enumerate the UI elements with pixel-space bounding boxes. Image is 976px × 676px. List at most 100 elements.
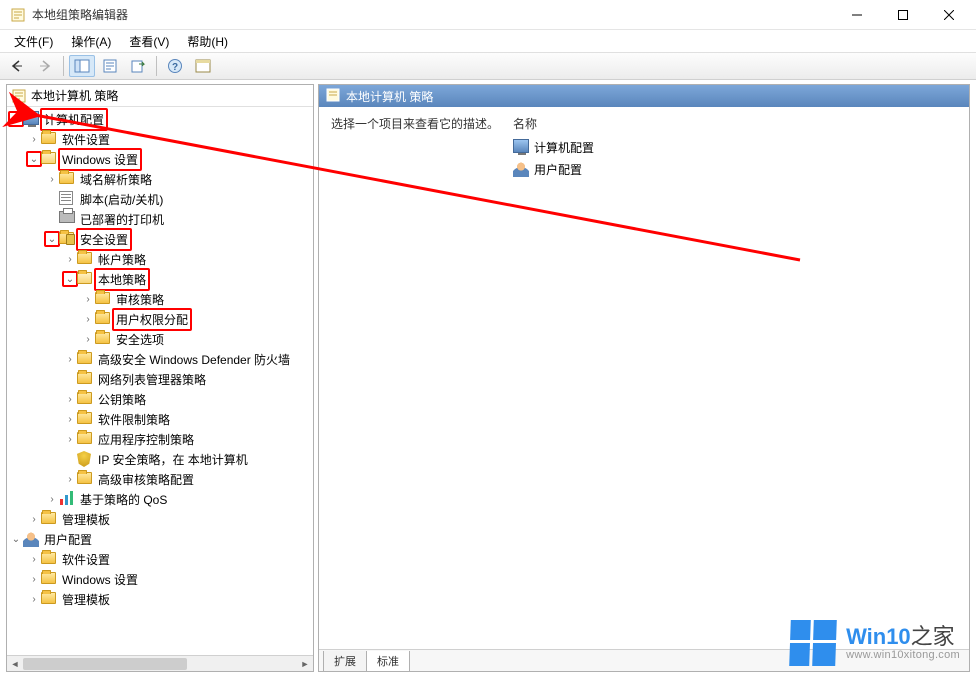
minimize-button[interactable] (834, 0, 880, 30)
expand-audit-policy[interactable]: › (81, 292, 95, 306)
filter-button[interactable] (190, 55, 216, 77)
expand-app-control[interactable]: › (63, 432, 77, 446)
tree-security-settings[interactable]: 安全设置 (76, 228, 132, 251)
expand-computer-config[interactable]: ⌄ (9, 112, 23, 126)
tree-deployed-printers[interactable]: 已部署的打印机 (78, 210, 166, 229)
printer-icon (59, 211, 75, 227)
expand-public-key[interactable]: › (63, 392, 77, 406)
expand-windows-settings[interactable]: ⌄ (27, 152, 41, 166)
maximize-button[interactable] (880, 0, 926, 30)
folder-icon (77, 351, 93, 367)
folder-icon (95, 291, 111, 307)
tree-defender[interactable]: 高级安全 Windows Defender 防火墙 (96, 350, 292, 369)
tree-windows-settings[interactable]: Windows 设置 (58, 148, 142, 171)
watermark: Win10之家 www.win10xitong.com (790, 620, 960, 666)
content-pane: 本地计算机 策略 选择一个项目来查看它的描述。 名称 计算机配置 用户配置 扩展… (318, 84, 970, 672)
tree-audit-policy[interactable]: 审核策略 (114, 290, 166, 309)
window-title: 本地组策略编辑器 (32, 6, 834, 23)
content-body: 选择一个项目来查看它的描述。 名称 计算机配置 用户配置 (319, 107, 969, 649)
list-item[interactable]: 计算机配置 (513, 136, 957, 158)
tab-standard[interactable]: 标准 (366, 651, 410, 672)
tree-computer-config[interactable]: 计算机配置 (40, 108, 108, 131)
description-text: 选择一个项目来查看它的描述。 (331, 115, 513, 641)
tree-advanced-audit[interactable]: 高级审核策略配置 (96, 470, 196, 489)
expand-defender[interactable]: › (63, 352, 77, 366)
tree-dns-policy[interactable]: 域名解析策略 (78, 170, 154, 189)
policy-icon (11, 88, 27, 104)
menubar: 文件(F) 操作(A) 查看(V) 帮助(H) (0, 30, 976, 52)
tree-user-config[interactable]: 用户配置 (42, 530, 94, 549)
folder-icon (41, 511, 57, 527)
folder-icon (59, 171, 75, 187)
tree-public-key[interactable]: 公钥策略 (96, 390, 148, 409)
tree-network-list[interactable]: 网络列表管理器策略 (96, 370, 208, 389)
tree-ip-security[interactable]: IP 安全策略，在 本地计算机 (96, 450, 250, 469)
tree-software-restriction[interactable]: 软件限制策略 (96, 410, 172, 429)
tree-admin-templates[interactable]: 管理模板 (60, 510, 112, 529)
items-list: 名称 计算机配置 用户配置 (513, 115, 957, 641)
expand-software-restriction[interactable]: › (63, 412, 77, 426)
menu-action[interactable]: 操作(A) (63, 31, 119, 52)
export-button[interactable] (125, 55, 151, 77)
tree-local-policies[interactable]: 本地策略 (94, 268, 150, 291)
expand-admin-templates[interactable]: › (27, 512, 41, 526)
list-item-label: 计算机配置 (534, 139, 594, 156)
expand-u-admin[interactable]: › (27, 592, 41, 606)
expand-security-options[interactable]: › (81, 332, 95, 346)
expand-user-config[interactable]: ⌄ (9, 532, 23, 546)
forward-button[interactable] (32, 55, 58, 77)
folder-icon (95, 311, 111, 327)
folder-icon (95, 331, 111, 347)
computer-icon (513, 139, 529, 155)
tree-app-control[interactable]: 应用程序控制策略 (96, 430, 196, 449)
back-button[interactable] (4, 55, 30, 77)
expand-account-policies[interactable]: › (63, 252, 77, 266)
tree-user-rights[interactable]: 用户权限分配 (112, 308, 192, 331)
tree-security-options[interactable]: 安全选项 (114, 330, 166, 349)
close-button[interactable] (926, 0, 972, 30)
help-button[interactable]: ? (162, 55, 188, 77)
watermark-brand-prefix: Win10 (846, 624, 911, 649)
toolbar: ? (0, 52, 976, 80)
folder-icon (77, 271, 93, 287)
tree-qos[interactable]: 基于策略的 QoS (78, 490, 169, 509)
content-title: 本地计算机 策略 (346, 88, 433, 105)
expand-u-windows[interactable]: › (27, 572, 41, 586)
main-area: 本地计算机 策略 ⌄ 计算机配置 › 软件设置 ⌄ Windows 设置 › (0, 80, 976, 676)
list-item[interactable]: 用户配置 (513, 158, 957, 180)
watermark-brand-suffix: 之家 (911, 624, 955, 649)
tree-software-settings[interactable]: 软件设置 (60, 130, 112, 149)
properties-button[interactable] (97, 55, 123, 77)
tree-header: 本地计算机 策略 (7, 85, 313, 107)
watermark-url: www.win10xitong.com (846, 649, 960, 661)
expand-qos[interactable]: › (45, 492, 59, 506)
expand-security-settings[interactable]: ⌄ (45, 232, 59, 246)
folder-icon (77, 251, 93, 267)
folder-icon (77, 471, 93, 487)
tree-scripts[interactable]: 脚本(启动/关机) (78, 190, 165, 209)
tree-account-policies[interactable]: 帐户策略 (96, 250, 148, 269)
tree-scrollbar[interactable]: ◄ ► (7, 655, 313, 671)
security-folder-icon (59, 231, 75, 247)
scroll-left-button[interactable]: ◄ (7, 656, 23, 671)
expand-local-policies[interactable]: ⌄ (63, 272, 77, 286)
expand-dns-policy[interactable]: › (45, 172, 59, 186)
folder-icon (41, 131, 57, 147)
show-tree-button[interactable] (69, 55, 95, 77)
tree-u-software[interactable]: 软件设置 (60, 550, 112, 569)
tab-extended[interactable]: 扩展 (323, 651, 367, 672)
tree-u-windows[interactable]: Windows 设置 (60, 570, 140, 589)
expand-u-software[interactable]: › (27, 552, 41, 566)
tree-view[interactable]: ⌄ 计算机配置 › 软件设置 ⌄ Windows 设置 › 域名解析策略 · (7, 107, 313, 655)
folder-icon (77, 371, 93, 387)
windows-logo-icon (789, 620, 837, 666)
menu-help[interactable]: 帮助(H) (179, 31, 236, 52)
scroll-thumb[interactable] (23, 658, 187, 670)
expand-advanced-audit[interactable]: › (63, 472, 77, 486)
tree-u-admin[interactable]: 管理模板 (60, 590, 112, 609)
menu-view[interactable]: 查看(V) (121, 31, 177, 52)
scroll-right-button[interactable]: ► (297, 656, 313, 671)
expand-user-rights[interactable]: › (81, 312, 95, 326)
expand-software-settings[interactable]: › (27, 132, 41, 146)
menu-file[interactable]: 文件(F) (6, 31, 61, 52)
